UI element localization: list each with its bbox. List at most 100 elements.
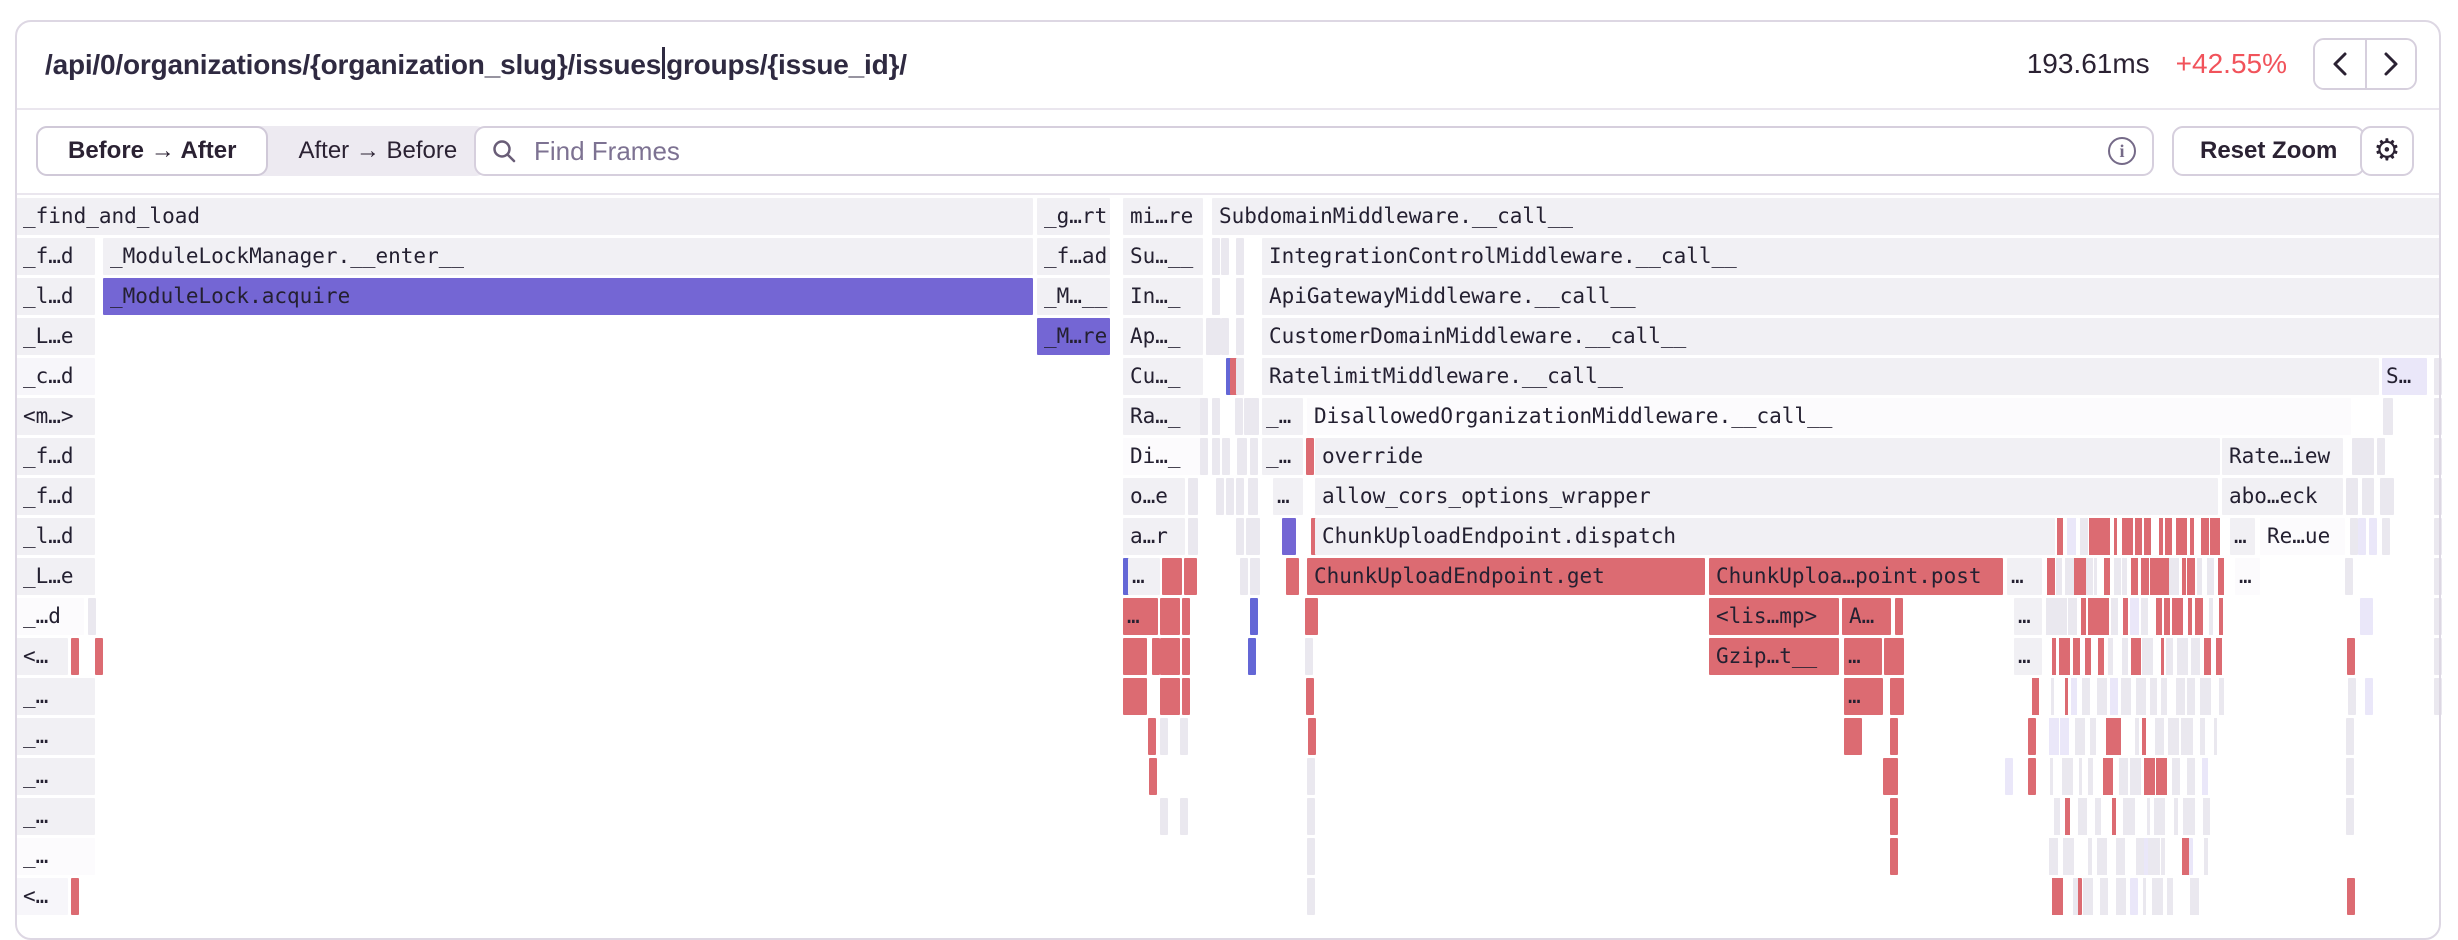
flame-frame-sliver[interactable]	[2116, 838, 2125, 875]
flame-frame-sliver[interactable]	[2097, 678, 2107, 715]
flame-frame-sliver[interactable]	[2182, 558, 2187, 595]
flame-frame-sliver[interactable]	[2150, 678, 2157, 715]
flame-frame[interactable]: _M…__	[1037, 278, 1110, 315]
flame-frame-sliver[interactable]	[1306, 678, 1314, 715]
flame-frame-sliver[interactable]	[2100, 878, 2108, 915]
flame-frame-sliver[interactable]	[2190, 518, 2194, 555]
flame-frame-sliver[interactable]	[2130, 878, 2138, 915]
flame-frame-sliver[interactable]	[2088, 758, 2093, 795]
flame-frame-sliver[interactable]	[2148, 838, 2160, 875]
flame-frame-sliver[interactable]	[2143, 878, 2146, 915]
flame-frame-sliver[interactable]	[1890, 718, 1898, 755]
flame-frame[interactable]: …	[2007, 558, 2042, 595]
flame-frame-sliver[interactable]	[1250, 558, 1260, 595]
flame-frame[interactable]: _L…e	[16, 318, 95, 355]
flame-frame-sliver[interactable]	[1896, 678, 1904, 715]
flame-frame-sliver[interactable]	[1250, 438, 1258, 475]
flame-frame-sliver[interactable]	[1200, 398, 1208, 435]
settings-button[interactable]: ⚙	[2360, 126, 2414, 176]
flame-frame-sliver[interactable]	[2074, 558, 2086, 595]
flame-frame-sliver[interactable]	[2049, 718, 2059, 755]
flame-frame-sliver[interactable]	[2032, 678, 2039, 715]
flame-frame-sliver[interactable]	[1236, 278, 1244, 315]
flame-frame-sliver[interactable]	[1307, 878, 1315, 915]
flame-frame-sliver[interactable]	[2350, 518, 2358, 555]
flame-frame-sliver[interactable]	[2204, 838, 2208, 875]
flame-frame-sliver[interactable]	[2141, 598, 2148, 635]
flame-frame-sliver[interactable]	[1149, 758, 1157, 795]
flame-frame-sliver[interactable]	[2057, 598, 2067, 635]
flame-frame-sliver[interactable]	[1188, 518, 1198, 555]
flame-frame[interactable]: _L…e	[16, 558, 95, 595]
flame-frame-sliver[interactable]	[2113, 718, 2121, 755]
flame-frame-sliver[interactable]	[2049, 838, 2058, 875]
flame-frame-sliver[interactable]	[2159, 518, 2163, 555]
flame-frame-sliver[interactable]	[2028, 718, 2036, 755]
flame-frame-sliver[interactable]	[2135, 518, 2143, 555]
flame-frame-sliver[interactable]	[2122, 518, 2134, 555]
flame-frame-sliver[interactable]	[1148, 718, 1156, 755]
flame-frame-sliver[interactable]	[2131, 558, 2138, 595]
flame-frame-sliver[interactable]	[2174, 798, 2179, 835]
flame-frame[interactable]: …	[1273, 478, 1303, 515]
flame-frame-sliver[interactable]	[88, 598, 96, 635]
flame-frame-sliver[interactable]	[2347, 638, 2355, 675]
flame-frame[interactable]: ChunkUploa…point.post	[1709, 558, 2003, 595]
flame-frame-sliver[interactable]	[1182, 638, 1190, 675]
flame-frame-sliver[interactable]	[1212, 438, 1220, 475]
flame-frame-sliver[interactable]	[2136, 838, 2144, 875]
flame-frame[interactable]: ChunkUploadEndpoint.dispatch	[1315, 518, 2055, 555]
flame-frame-sliver[interactable]	[2123, 598, 2128, 635]
flame-frame-sliver[interactable]	[2183, 798, 2194, 835]
flame-frame-sliver[interactable]	[2434, 598, 2442, 635]
flame-frame-sliver[interactable]	[2347, 878, 2355, 915]
flame-frame-sliver[interactable]	[1160, 638, 1180, 675]
flame-frame-sliver[interactable]	[1248, 478, 1258, 515]
flame-frame-sliver[interactable]	[2195, 598, 2203, 635]
flame-frame-sliver[interactable]	[1248, 638, 1256, 675]
flame-frame-sliver[interactable]	[2054, 798, 2060, 835]
flame-frame-sliver[interactable]	[2119, 758, 2128, 795]
flame-frame[interactable]: SubdomainMiddleware.__call__	[1212, 198, 2441, 235]
flame-frame-sliver[interactable]	[2052, 638, 2057, 675]
flame-frame-sliver[interactable]	[2080, 518, 2088, 555]
flame-frame[interactable]: _f…d	[16, 238, 95, 275]
flame-frame-sliver[interactable]	[2352, 438, 2374, 475]
flame-frame-sliver[interactable]	[1212, 398, 1220, 435]
flame-frame[interactable]: CustomerDomainMiddleware.__call__	[1262, 318, 2441, 355]
flame-frame[interactable]: _f…d	[16, 478, 95, 515]
flame-frame-sliver[interactable]	[1123, 638, 1147, 675]
flame-frame[interactable]: In…_	[1123, 278, 1203, 315]
flame-frame-sliver[interactable]	[2172, 598, 2183, 635]
tab-before-after[interactable]: Before → After	[36, 126, 268, 176]
flame-frame-sliver[interactable]	[1182, 678, 1190, 715]
flame-frame-sliver[interactable]	[1123, 678, 1147, 715]
flame-frame-sliver[interactable]	[1160, 678, 1180, 715]
flame-frame-sliver[interactable]	[2083, 878, 2093, 915]
flame-frame-sliver[interactable]	[2167, 878, 2174, 915]
flame-frame-sliver[interactable]	[1226, 478, 1234, 515]
flame-frame-sliver[interactable]	[2123, 798, 2135, 835]
flame-frame-sliver[interactable]	[71, 638, 79, 675]
flame-frame-sliver[interactable]	[2156, 598, 2162, 635]
flame-frame[interactable]: _…	[16, 838, 95, 875]
flame-frame-sliver[interactable]	[2050, 758, 2053, 795]
flame-frame-sliver[interactable]	[2176, 518, 2187, 555]
flame-frame-sliver[interactable]	[2136, 678, 2146, 715]
flame-frame-sliver[interactable]	[1250, 598, 1258, 635]
flame-frame-sliver[interactable]	[2345, 558, 2353, 595]
flame-frame-sliver[interactable]	[2131, 638, 2141, 675]
flame-frame-sliver[interactable]	[2051, 678, 2054, 715]
flame-frame[interactable]: _g…rt	[1037, 198, 1110, 235]
flame-frame-sliver[interactable]	[2028, 758, 2036, 795]
flame-frame[interactable]: _f…ad	[1037, 238, 1110, 275]
flame-frame-sliver[interactable]	[1240, 558, 1248, 595]
flame-frame-sliver[interactable]	[1890, 838, 1898, 875]
flame-frame-sliver[interactable]	[2147, 798, 2150, 835]
flame-frame-sliver[interactable]	[2156, 758, 2167, 795]
flame-frame-sliver[interactable]	[2005, 758, 2013, 795]
flame-frame-sliver[interactable]	[2155, 718, 2164, 755]
flame-frame-sliver[interactable]	[2130, 598, 2139, 635]
flame-frame-sliver[interactable]	[2122, 558, 2127, 595]
flame-frame-sliver[interactable]	[1237, 438, 1247, 475]
